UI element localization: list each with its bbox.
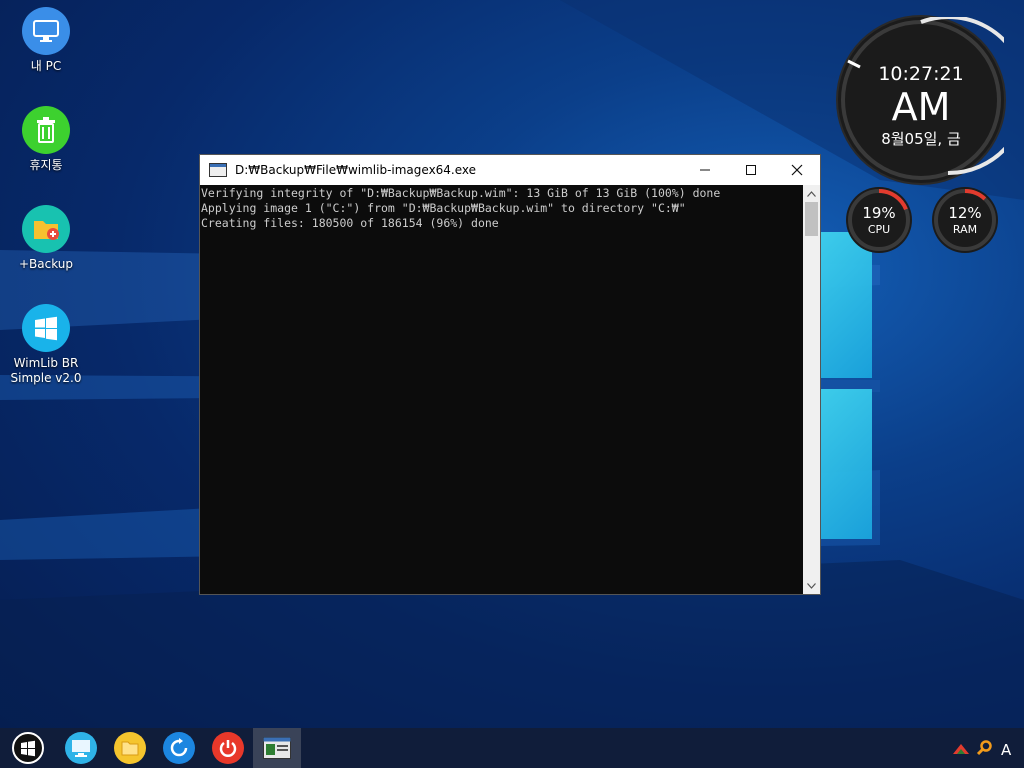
scroll-up-arrow-icon[interactable]: [803, 185, 820, 202]
ram-label: RAM: [952, 223, 978, 236]
console-app-icon: [209, 163, 227, 177]
desktop-icon-recycle-bin[interactable]: 휴지통: [6, 106, 86, 173]
taskbar: A: [0, 728, 1024, 768]
console-window[interactable]: D:₩Backup₩File₩wimlib-imagex64.exe Verif…: [199, 154, 821, 595]
windows-flag-icon: [21, 740, 35, 757]
console-line: Verifying integrity of "D:₩Backup₩Backup…: [201, 186, 721, 200]
desktop-icon-label-line1: WimLib BR: [13, 356, 79, 370]
clock-time: 10:27:21: [878, 63, 964, 85]
windows-logo-icon: [22, 304, 70, 352]
ram-percent: 12%: [948, 204, 982, 222]
console-output[interactable]: Verifying integrity of "D:₩Backup₩Backup…: [200, 185, 803, 594]
wallpaper-logo-pane-top: [820, 232, 872, 378]
maximize-button[interactable]: [728, 155, 774, 185]
window-titlebar[interactable]: D:₩Backup₩File₩wimlib-imagex64.exe: [200, 155, 820, 185]
ram-gauge: 12% RAM: [932, 187, 998, 253]
console-line: Creating files: 180500 of 186154 (96%) d…: [201, 216, 499, 230]
scrollbar-thumb[interactable]: [805, 202, 818, 236]
monitor-icon: [22, 7, 70, 55]
minimize-button[interactable]: [682, 155, 728, 185]
trash-icon: [22, 106, 70, 154]
maximize-icon: [746, 165, 756, 175]
clock-date: 8월05일, 금: [881, 130, 961, 148]
minimize-icon: [700, 169, 710, 171]
desktop-icon-wimlib[interactable]: WimLib BR Simple v2.0: [6, 304, 86, 386]
cpu-label: CPU: [867, 223, 891, 236]
cpu-gauge: 19% CPU: [846, 187, 912, 253]
console-line: Applying image 1 ("C:") from "D:₩Backup₩…: [201, 201, 686, 215]
close-button[interactable]: [774, 155, 820, 185]
desktop-icon-label: 휴지통: [29, 158, 63, 172]
desktop-icon-label-line2: Simple v2.0: [10, 371, 82, 385]
scroll-down-arrow-icon[interactable]: [803, 577, 820, 594]
desktop-icon-my-pc[interactable]: 내 PC: [6, 7, 86, 74]
tray-input-indicator[interactable]: A: [1001, 741, 1011, 759]
tray-network-icon[interactable]: [952, 741, 970, 760]
wallpaper-logo-pane-bottom: [820, 389, 872, 539]
folder-add-icon: [22, 205, 70, 253]
start-button[interactable]: [12, 732, 44, 764]
clock-widget: 10:27:21 AM 8월05일, 금: [838, 17, 1004, 183]
clock-ampm: AM: [891, 85, 951, 129]
window-title: D:₩Backup₩File₩wimlib-imagex64.exe: [235, 163, 477, 177]
cpu-percent: 19%: [862, 204, 896, 222]
close-icon: [791, 164, 803, 176]
console-window-icon[interactable]: [261, 732, 293, 764]
power-icon[interactable]: [212, 732, 244, 764]
tray-search-icon[interactable]: [976, 740, 992, 760]
this-pc-icon[interactable]: [65, 732, 97, 764]
vertical-scrollbar[interactable]: [803, 185, 820, 594]
desktop-icon-label: 내 PC: [30, 59, 62, 73]
desktop-icon-label: +Backup: [18, 257, 74, 271]
file-explorer-icon[interactable]: [114, 732, 146, 764]
desktop-icon-backup[interactable]: +Backup: [6, 205, 86, 272]
refresh-icon[interactable]: [163, 732, 195, 764]
